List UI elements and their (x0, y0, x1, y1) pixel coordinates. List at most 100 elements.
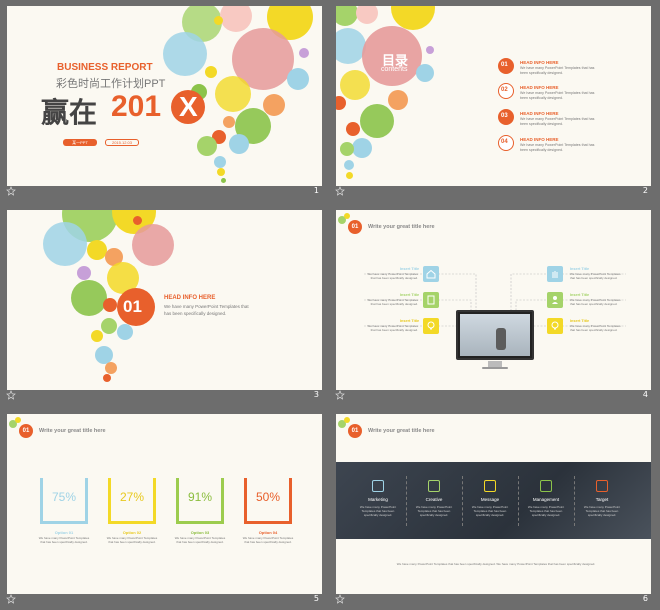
star-icon[interactable] (6, 186, 16, 196)
column-desc: We have many PowerPoint Templates that h… (359, 505, 397, 517)
title-year-x: X (179, 91, 198, 122)
column-name: Marketing (368, 497, 388, 502)
star-icon[interactable] (6, 390, 16, 400)
column-name: Management (532, 497, 560, 502)
option-name: Option 03 (190, 530, 210, 535)
item-desc: We have many PowerPoint Templates that h… (367, 298, 418, 306)
toc-number: 04 (501, 139, 508, 145)
item-desc: We have many PowerPoint Templates that h… (570, 324, 621, 332)
slide-footer: 6 (329, 594, 652, 606)
toc-number: 02 (501, 87, 508, 93)
bubble (214, 156, 226, 168)
insert-title: Insert Title (400, 293, 420, 297)
slide-number: 6 (642, 594, 648, 603)
column-desc: We have many PowerPoint Templates that h… (471, 505, 509, 517)
camera-icon (428, 480, 440, 492)
bubble (416, 64, 434, 82)
bubble (43, 222, 87, 266)
section-desc-line1: We have many PowerPoint Templates that (164, 304, 249, 309)
option-box: 91% (176, 478, 224, 524)
option-percent: 50% (255, 490, 281, 504)
slide-number: 5 (313, 594, 319, 603)
bubble (91, 330, 103, 342)
bubble (217, 168, 225, 176)
column-divider (406, 476, 407, 526)
bubble (344, 417, 350, 423)
star-icon[interactable] (335, 186, 345, 196)
option-desc: We have many PowerPoint Templates that h… (174, 536, 226, 544)
bubble (299, 48, 309, 58)
insert-title: Insert Title (570, 267, 590, 271)
toc-subtitle: contents (381, 66, 408, 73)
slide-thumbnail-2[interactable]: 目录 contents 01 HEAD INFO HERE We have ma… (329, 0, 652, 198)
bubble (356, 6, 378, 24)
bubble (388, 90, 408, 110)
toc-head: HEAD INFO HERE (520, 85, 559, 90)
bottom-text: We have many PowerPoint Templates that h… (396, 562, 596, 566)
column-desc: We have many PowerPoint Templates that h… (415, 505, 453, 517)
option-fill (40, 508, 88, 524)
slide-5-canvas: 01 Write your great title here 75% Option… (7, 414, 322, 594)
slide-thumbnail-5[interactable]: 01 Write your great title here 75% Option… (0, 408, 323, 606)
bubble (360, 104, 394, 138)
bubble (71, 280, 107, 316)
bubble (340, 70, 370, 100)
option-box: 50% (244, 478, 292, 524)
bubble (346, 172, 353, 179)
slide-footer: 4 (329, 390, 652, 402)
message-icon (484, 480, 496, 492)
section-badge: 01 (348, 424, 362, 438)
slide-thumbnail-6[interactable]: 01 Write your great title here Marketing… (329, 408, 652, 606)
star-icon[interactable] (335, 390, 345, 400)
option-percent: 91% (187, 490, 213, 504)
star-icon[interactable] (6, 594, 16, 604)
document-icon (423, 292, 439, 308)
option-name: Option 02 (122, 530, 142, 535)
slide-title: Write your great title here (39, 428, 106, 434)
slide-number: 2 (642, 186, 648, 195)
rocket-icon (372, 480, 384, 492)
bubble (220, 6, 252, 32)
column-divider (518, 476, 519, 526)
slide-thumbnail-1[interactable]: BUSINESS REPORT 彩色时尚工作计划PPT 赢在 201 X 某一P… (0, 0, 323, 198)
section-desc-line2: has been specifically designed. (164, 311, 227, 316)
bubble (426, 46, 434, 54)
option-name: Option 04 (258, 530, 278, 535)
bubble (105, 362, 117, 374)
bubble (221, 178, 226, 183)
toc-desc: We have many PowerPoint Templates that h… (520, 91, 595, 100)
slide-number: 3 (313, 390, 319, 399)
slide-footer: 2 (329, 186, 652, 198)
toc-desc: We have many PowerPoint Templates that h… (520, 143, 595, 152)
title-year: 201 (111, 90, 162, 123)
bubble (87, 240, 107, 260)
slide-thumbnail-3[interactable]: 01 HEAD INFO HERE We have many PowerPoin… (0, 204, 323, 402)
hand-icon (547, 266, 563, 282)
slide-thumbnail-4[interactable]: 01 Write your great title here Insert Ti… (329, 204, 652, 402)
item-desc: We have many PowerPoint Templates that h… (570, 272, 621, 280)
slide-footer: 3 (0, 390, 323, 402)
slide-1-canvas: BUSINESS REPORT 彩色时尚工作计划PPT 赢在 201 X 某一P… (7, 6, 322, 186)
option-side (289, 478, 292, 524)
option-box: 75% (40, 478, 88, 524)
option-fill (108, 515, 156, 524)
insert-title: Insert Title (570, 319, 590, 323)
toc-head: HEAD INFO HERE (520, 111, 559, 116)
bulb-icon (547, 318, 563, 334)
bubble (132, 224, 174, 266)
bubble (336, 96, 346, 110)
slide-6-canvas: 01 Write your great title here Marketing… (336, 414, 651, 594)
section-badge: 01 (19, 424, 33, 438)
insert-title: Insert Title (400, 319, 420, 323)
column-divider (574, 476, 575, 526)
slide-2-canvas: 目录 contents 01 HEAD INFO HERE We have ma… (336, 6, 651, 186)
bubble (336, 6, 358, 26)
slide-3-canvas: 01 HEAD INFO HERE We have many PowerPoin… (7, 210, 322, 390)
tag-right: 2015.12.03 (105, 139, 139, 146)
slide-number: 4 (642, 390, 648, 399)
bubble (340, 142, 354, 156)
star-icon[interactable] (335, 594, 345, 604)
gauge-icon (540, 480, 552, 492)
bubble (352, 138, 372, 158)
bubble (287, 68, 309, 90)
